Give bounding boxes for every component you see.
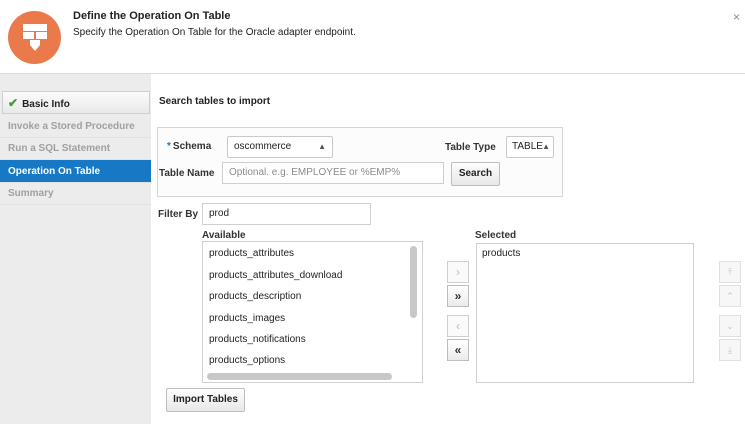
- required-marker: *: [167, 141, 171, 152]
- nav-item-summary[interactable]: Summary: [0, 182, 151, 205]
- available-label: Available: [202, 230, 246, 241]
- nav-item-operation-on-table[interactable]: Operation On Table: [0, 160, 151, 183]
- nav-item-label: Basic Info: [22, 99, 70, 110]
- section-title: Search tables to import: [159, 96, 271, 107]
- list-item[interactable]: products: [482, 248, 520, 259]
- remove-all-button[interactable]: «: [447, 339, 469, 361]
- dialog-title: Define the Operation On Table: [73, 10, 231, 22]
- dialog-header: Define the Operation On Table Specify th…: [0, 0, 745, 74]
- table-type-label: Table Type: [445, 142, 496, 153]
- schema-label: * Schema: [167, 141, 212, 152]
- list-item[interactable]: products_notifications: [209, 334, 306, 345]
- select-arrows-icon: ▲: [318, 142, 326, 151]
- dialog-subtitle: Specify the Operation On Table for the O…: [73, 27, 356, 38]
- table-operation-icon: [8, 11, 61, 64]
- table-name-input[interactable]: Optional. e.g. EMPLOYEE or %EMP%: [222, 162, 444, 184]
- wizard-nav: ✔ Basic Info Invoke a Stored Procedure Ru…: [0, 74, 151, 424]
- list-item[interactable]: products_attributes: [209, 248, 294, 259]
- move-all-button[interactable]: »: [447, 285, 469, 307]
- checkmark-icon: ✔: [8, 96, 19, 110]
- schema-select[interactable]: oscommerce ▲: [227, 136, 333, 158]
- import-tables-button[interactable]: Import Tables: [166, 388, 245, 412]
- move-top-button[interactable]: ⤒: [719, 261, 741, 283]
- close-icon[interactable]: ×: [733, 11, 740, 23]
- list-item[interactable]: products_options: [209, 355, 285, 366]
- remove-selected-button[interactable]: ‹: [447, 315, 469, 337]
- table-type-select[interactable]: TABLE ▲: [506, 136, 554, 158]
- move-selected-button[interactable]: ›: [447, 261, 469, 283]
- select-arrows-icon: ▲: [542, 142, 550, 151]
- horizontal-scrollbar[interactable]: [207, 373, 392, 380]
- vertical-scrollbar[interactable]: [410, 246, 417, 318]
- table-name-label: Table Name: [159, 168, 215, 179]
- nav-item-basic-info[interactable]: ✔ Basic Info: [2, 91, 150, 114]
- nav-item-invoke-stored-procedure[interactable]: Invoke a Stored Procedure: [0, 115, 151, 138]
- filter-input[interactable]: prod: [202, 203, 371, 225]
- selected-label: Selected: [475, 230, 517, 241]
- list-item[interactable]: products_description: [209, 291, 301, 302]
- selected-list[interactable]: products: [476, 243, 694, 383]
- list-item[interactable]: products_images: [209, 313, 285, 324]
- nav-item-run-sql-statement[interactable]: Run a SQL Statement: [0, 137, 151, 160]
- available-list[interactable]: products_attributes products_attributes_…: [202, 241, 423, 383]
- move-down-button[interactable]: ⌄: [719, 315, 741, 337]
- move-bottom-button[interactable]: ⤓: [719, 339, 741, 361]
- list-item[interactable]: products_attributes_download: [209, 270, 342, 281]
- filter-by-label: Filter By: [158, 209, 199, 220]
- search-button[interactable]: Search: [451, 162, 500, 186]
- move-up-button[interactable]: ⌃: [719, 285, 741, 307]
